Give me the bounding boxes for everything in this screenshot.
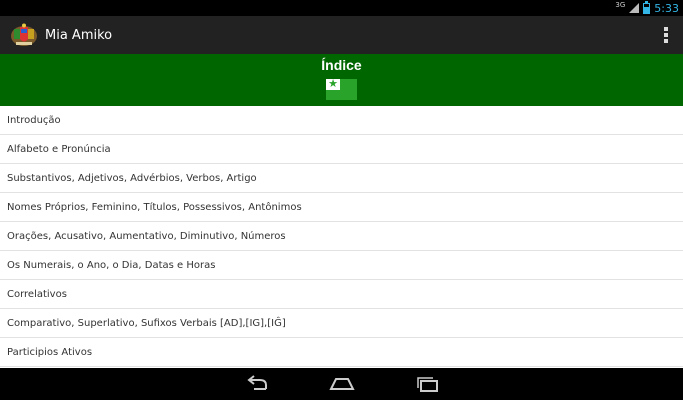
list-item[interactable]: Os Numerais, o Ano, o Dia, Datas e Horas	[0, 251, 683, 280]
list-item-label: Nomes Próprios, Feminino, Títulos, Posse…	[7, 201, 302, 213]
list-item-label: Participios Ativos	[7, 346, 93, 358]
list-item-label: Substantivos, Adjetivos, Advérbios, Verb…	[7, 172, 257, 184]
status-clock: 5:33	[654, 1, 679, 15]
coat-of-arms-icon[interactable]	[10, 23, 38, 47]
list-item-label: Introdução	[7, 114, 61, 126]
page-title: Índice	[321, 57, 362, 73]
navigation-bar	[0, 368, 683, 400]
index-banner: Índice ★	[0, 54, 683, 106]
signal-icon	[629, 3, 640, 13]
overflow-menu-icon[interactable]	[664, 27, 668, 43]
esperanto-flag-icon: ★	[326, 77, 357, 100]
list-item[interactable]: Orações, Acusativo, Aumentativo, Diminut…	[0, 222, 683, 251]
index-list: Introdução Alfabeto e Pronúncia Substant…	[0, 106, 683, 368]
list-item-label: Alfabeto e Pronúncia	[7, 143, 111, 155]
network-type-label: 3G	[615, 0, 626, 9]
status-icons: 3G 5:33	[615, 0, 679, 16]
list-item[interactable]: Introdução	[0, 106, 683, 135]
home-icon[interactable]	[328, 374, 356, 394]
list-item[interactable]: Substantivos, Adjetivos, Advérbios, Verb…	[0, 164, 683, 193]
list-item[interactable]: Comparativo, Superlativo, Sufixos Verbai…	[0, 309, 683, 338]
app-title: Mia Amiko	[45, 27, 113, 43]
list-item-label: Os Numerais, o Ano, o Dia, Datas e Horas	[7, 259, 216, 271]
list-item[interactable]: Alfabeto e Pronúncia	[0, 135, 683, 164]
list-item[interactable]: Correlativos	[0, 280, 683, 309]
status-bar: 3G 5:33	[0, 0, 683, 16]
back-icon[interactable]	[244, 374, 272, 394]
list-item-label: Comparativo, Superlativo, Sufixos Verbai…	[7, 317, 286, 329]
recent-apps-icon[interactable]	[414, 374, 442, 394]
list-item[interactable]: Nomes Próprios, Feminino, Títulos, Posse…	[0, 193, 683, 222]
list-item-label: Correlativos	[7, 288, 67, 300]
list-item-label: Orações, Acusativo, Aumentativo, Diminut…	[7, 230, 286, 242]
action-bar: Mia Amiko	[0, 16, 683, 54]
list-item[interactable]: Participios Ativos	[0, 338, 683, 367]
battery-icon	[643, 0, 651, 14]
